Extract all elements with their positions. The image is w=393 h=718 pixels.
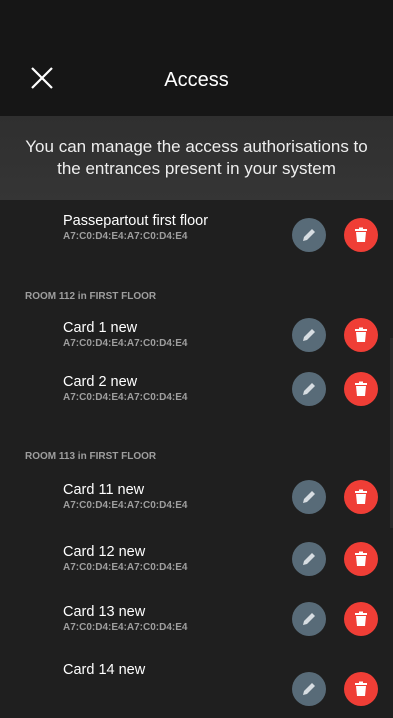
edit-button[interactable] [292, 542, 326, 576]
list-item: Card 13 new A7:C0:D4:E4:A7:C0:D4:E4 [0, 602, 393, 660]
delete-button[interactable] [344, 480, 378, 514]
trash-icon [355, 551, 367, 566]
list-item: Card 11 new A7:C0:D4:E4:A7:C0:D4:E4 [0, 480, 393, 542]
edit-button[interactable] [292, 372, 326, 406]
pencil-icon [303, 491, 315, 503]
trash-icon [355, 381, 367, 396]
item-code: A7:C0:D4:E4:A7:C0:D4:E4 [63, 338, 188, 349]
header-bar: Access [0, 44, 393, 116]
edit-button[interactable] [292, 218, 326, 252]
item-name: Card 1 new [63, 320, 138, 336]
pencil-icon [303, 553, 315, 565]
status-bar [0, 0, 393, 44]
trash-icon [355, 681, 367, 696]
delete-button[interactable] [344, 372, 378, 406]
pencil-icon [303, 383, 315, 395]
item-code: A7:C0:D4:E4:A7:C0:D4:E4 [63, 500, 188, 511]
item-name: Card 13 new [63, 604, 146, 620]
delete-button[interactable] [344, 672, 378, 706]
item-code: A7:C0:D4:E4:A7:C0:D4:E4 [63, 622, 188, 633]
item-code: A7:C0:D4:E4:A7:C0:D4:E4 [63, 392, 188, 403]
section-header: ROOM 113 in FIRST FLOOR [25, 451, 157, 462]
section-header: ROOM 112 in FIRST FLOOR [25, 291, 157, 302]
delete-button[interactable] [344, 318, 378, 352]
list-item: Card 2 new A7:C0:D4:E4:A7:C0:D4:E4 [0, 372, 393, 434]
close-button[interactable] [22, 58, 62, 98]
edit-button[interactable] [292, 480, 326, 514]
delete-button[interactable] [344, 218, 378, 252]
info-notice: You can manage the access authorisations… [0, 116, 393, 200]
item-name: Card 12 new [63, 544, 146, 560]
trash-icon [355, 611, 367, 626]
list-item: Passepartout first floor A7:C0:D4:E4:A7:… [0, 200, 393, 266]
close-icon [31, 67, 53, 89]
edit-button[interactable] [292, 602, 326, 636]
item-name: Card 11 new [63, 482, 145, 498]
delete-button[interactable] [344, 602, 378, 636]
pencil-icon [303, 329, 315, 341]
pencil-icon [303, 613, 315, 625]
access-list: Passepartout first floor A7:C0:D4:E4:A7:… [0, 200, 393, 718]
trash-icon [355, 227, 367, 242]
pencil-icon [303, 683, 315, 695]
item-name: Card 2 new [63, 374, 138, 390]
trash-icon [355, 489, 367, 504]
item-code: A7:C0:D4:E4:A7:C0:D4:E4 [63, 231, 188, 242]
edit-button[interactable] [292, 672, 326, 706]
item-name: Passepartout first floor [63, 213, 209, 229]
item-name: Card 14 new [63, 662, 146, 678]
list-item: Card 12 new A7:C0:D4:E4:A7:C0:D4:E4 [0, 542, 393, 602]
pencil-icon [303, 229, 315, 241]
list-item: Card 1 new A7:C0:D4:E4:A7:C0:D4:E4 [0, 314, 393, 372]
trash-icon [355, 327, 367, 342]
item-code: A7:C0:D4:E4:A7:C0:D4:E4 [63, 562, 188, 573]
delete-button[interactable] [344, 542, 378, 576]
edit-button[interactable] [292, 318, 326, 352]
list-item: Card 14 new [0, 660, 393, 718]
